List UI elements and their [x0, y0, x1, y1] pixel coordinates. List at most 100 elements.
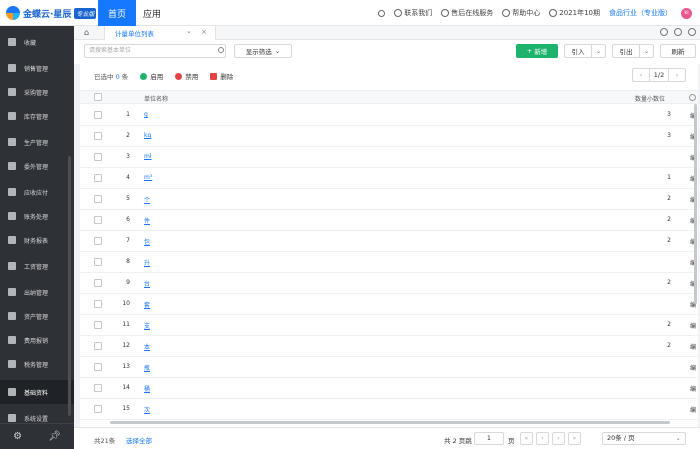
edit-link[interactable]: 编 — [690, 342, 696, 351]
table-row[interactable]: 12 本 2 编 — [80, 336, 698, 357]
settings-gear-icon[interactable]: ⚙ — [13, 431, 22, 442]
unit-name-link[interactable]: 包 — [144, 237, 150, 246]
select-all-link[interactable]: 选择全部 — [126, 435, 152, 445]
nav-app[interactable]: 应用 — [140, 0, 164, 26]
import-dropdown-icon[interactable]: ⌄ — [592, 45, 605, 57]
column-header-name[interactable]: 单位名称 — [144, 94, 168, 103]
row-checkbox[interactable] — [94, 405, 102, 413]
question-icon[interactable] — [674, 28, 682, 36]
table-row[interactable]: 9台2编 — [80, 273, 698, 294]
unit-name-link[interactable]: 本 — [144, 342, 150, 351]
contact-link[interactable]: 联系我们 — [394, 8, 432, 18]
export-dropdown-icon[interactable]: ⌄ — [640, 45, 653, 57]
pin-icon[interactable]: 📌︎ — [48, 431, 61, 442]
refresh-button[interactable]: 刷新 — [660, 44, 696, 58]
column-settings-icon[interactable] — [689, 94, 696, 101]
page-jump-input[interactable]: 1 — [474, 432, 504, 445]
row-checkbox[interactable] — [94, 237, 102, 245]
sidebar-item-14[interactable]: 基础资料 — [0, 380, 74, 404]
last-page-icon[interactable]: » — [568, 432, 581, 445]
unit-name-link[interactable]: 桶 — [144, 384, 150, 393]
row-checkbox[interactable] — [94, 111, 102, 119]
prev-page-icon[interactable]: ‹ — [536, 432, 549, 445]
table-row[interactable]: 2 kg 3 编 — [80, 126, 698, 147]
search-icon[interactable] — [378, 9, 386, 17]
unit-name-link[interactable]: 次 — [144, 405, 150, 414]
edit-link[interactable]: 编 — [690, 363, 696, 372]
period-selector[interactable]: 2021年10期 — [549, 8, 600, 18]
sidebar-item-13[interactable]: 税务管理 — [0, 352, 74, 376]
page-size-select[interactable]: 20条 / 页 ⌄ — [602, 432, 686, 445]
edit-link[interactable]: 编 — [690, 384, 696, 393]
home-icon[interactable]: ⌂ — [84, 28, 89, 37]
row-checkbox[interactable] — [94, 153, 102, 161]
row-checkbox[interactable] — [94, 279, 102, 287]
unit-name-link[interactable]: 瓶 — [144, 363, 150, 372]
row-checkbox[interactable] — [94, 342, 102, 350]
table-row[interactable]: 13 瓶 编 — [80, 357, 698, 378]
table-row[interactable]: 15 次 编 — [80, 399, 698, 420]
row-checkbox[interactable] — [94, 321, 102, 329]
table-horizontal-scrollbar[interactable] — [110, 421, 670, 424]
expand-icon[interactable] — [688, 28, 696, 36]
row-checkbox[interactable] — [94, 216, 102, 224]
industry-selector[interactable]: 食品行业（专业版） — [609, 8, 672, 18]
row-checkbox[interactable] — [94, 195, 102, 203]
sidebar-item-6[interactable]: 应收应付 — [0, 180, 74, 204]
unit-name-link[interactable]: kg — [144, 132, 151, 139]
tab-unit-list[interactable]: 计量单位列表 × — [104, 26, 216, 40]
table-row[interactable]: 8升编 — [80, 252, 698, 273]
table-row[interactable]: 11 支 2 编 — [80, 315, 698, 336]
row-checkbox[interactable] — [94, 363, 102, 371]
disable-action[interactable]: 禁用 — [175, 71, 198, 81]
next-page-icon[interactable]: › — [669, 69, 685, 81]
select-all-checkbox[interactable] — [94, 93, 102, 101]
row-checkbox[interactable] — [94, 132, 102, 140]
brand-logo[interactable]: 金蝶云·星辰 专业版 — [6, 5, 97, 21]
nav-home[interactable]: 首页 — [98, 0, 136, 26]
unit-name-link[interactable]: m³ — [144, 174, 152, 181]
table-row[interactable]: 10 套编 — [80, 294, 698, 315]
sidebar-item-3[interactable]: 库存管理 — [0, 104, 74, 128]
sidebar-item-2[interactable]: 采购管理 — [0, 80, 74, 104]
sidebar-item-11[interactable]: 资产管理 — [0, 304, 74, 328]
search-icon[interactable] — [218, 47, 224, 53]
service-link[interactable]: 售后在线服务 — [441, 8, 493, 18]
row-checkbox[interactable] — [94, 174, 102, 182]
column-header-precision[interactable]: 数量小数位 — [635, 94, 665, 103]
sidebar-item-8[interactable]: 财务报表 — [0, 228, 74, 252]
unit-name-link[interactable]: ml — [144, 153, 152, 160]
table-row[interactable]: 4 m³ 1 编 — [80, 168, 698, 189]
sidebar-scrollbar[interactable] — [68, 156, 71, 416]
first-page-icon[interactable]: « — [520, 432, 533, 445]
row-checkbox[interactable] — [94, 384, 102, 392]
table-row[interactable]: 6件2编 — [80, 210, 698, 231]
sidebar-item-1[interactable]: 销售管理 — [0, 56, 74, 80]
sidebar-item-12[interactable]: 费用报销 — [0, 328, 74, 352]
edit-link[interactable]: 编 — [690, 405, 696, 414]
row-checkbox[interactable] — [94, 300, 102, 308]
help-link[interactable]: 帮助中心 — [502, 8, 540, 18]
unit-name-link[interactable]: g — [144, 111, 148, 118]
table-row[interactable]: 5个2编 — [80, 189, 698, 210]
export-button[interactable]: 引出 — [613, 45, 640, 57]
unit-name-link[interactable]: 件 — [144, 216, 150, 225]
enable-action[interactable]: 启用 — [140, 71, 163, 81]
play-icon[interactable] — [660, 28, 668, 36]
avatar[interactable]: ki — [681, 7, 692, 19]
sidebar-item-9[interactable]: 工资管理 — [0, 254, 74, 278]
close-icon[interactable]: × — [201, 28, 207, 36]
unit-name-link[interactable]: 个 — [144, 195, 150, 204]
table-row[interactable]: 7包2编 — [80, 231, 698, 252]
sidebar-item-4[interactable]: 生产管理 — [0, 130, 74, 154]
filter-toggle-button[interactable]: 显示筛选 ⌄ — [234, 44, 292, 58]
edit-link[interactable]: 编 — [690, 321, 696, 330]
unit-name-link[interactable]: 升 — [144, 258, 150, 267]
unit-name-link[interactable]: 台 — [144, 279, 150, 288]
sidebar-item-0[interactable]: 收藏 — [0, 30, 74, 54]
delete-action[interactable]: 删除 — [210, 71, 233, 81]
new-button[interactable]: + 新增 — [516, 44, 558, 58]
table-row[interactable]: 3 ml 编 — [80, 147, 698, 168]
sidebar-item-5[interactable]: 委外管理 — [0, 154, 74, 178]
import-button[interactable]: 引入 — [565, 45, 592, 57]
